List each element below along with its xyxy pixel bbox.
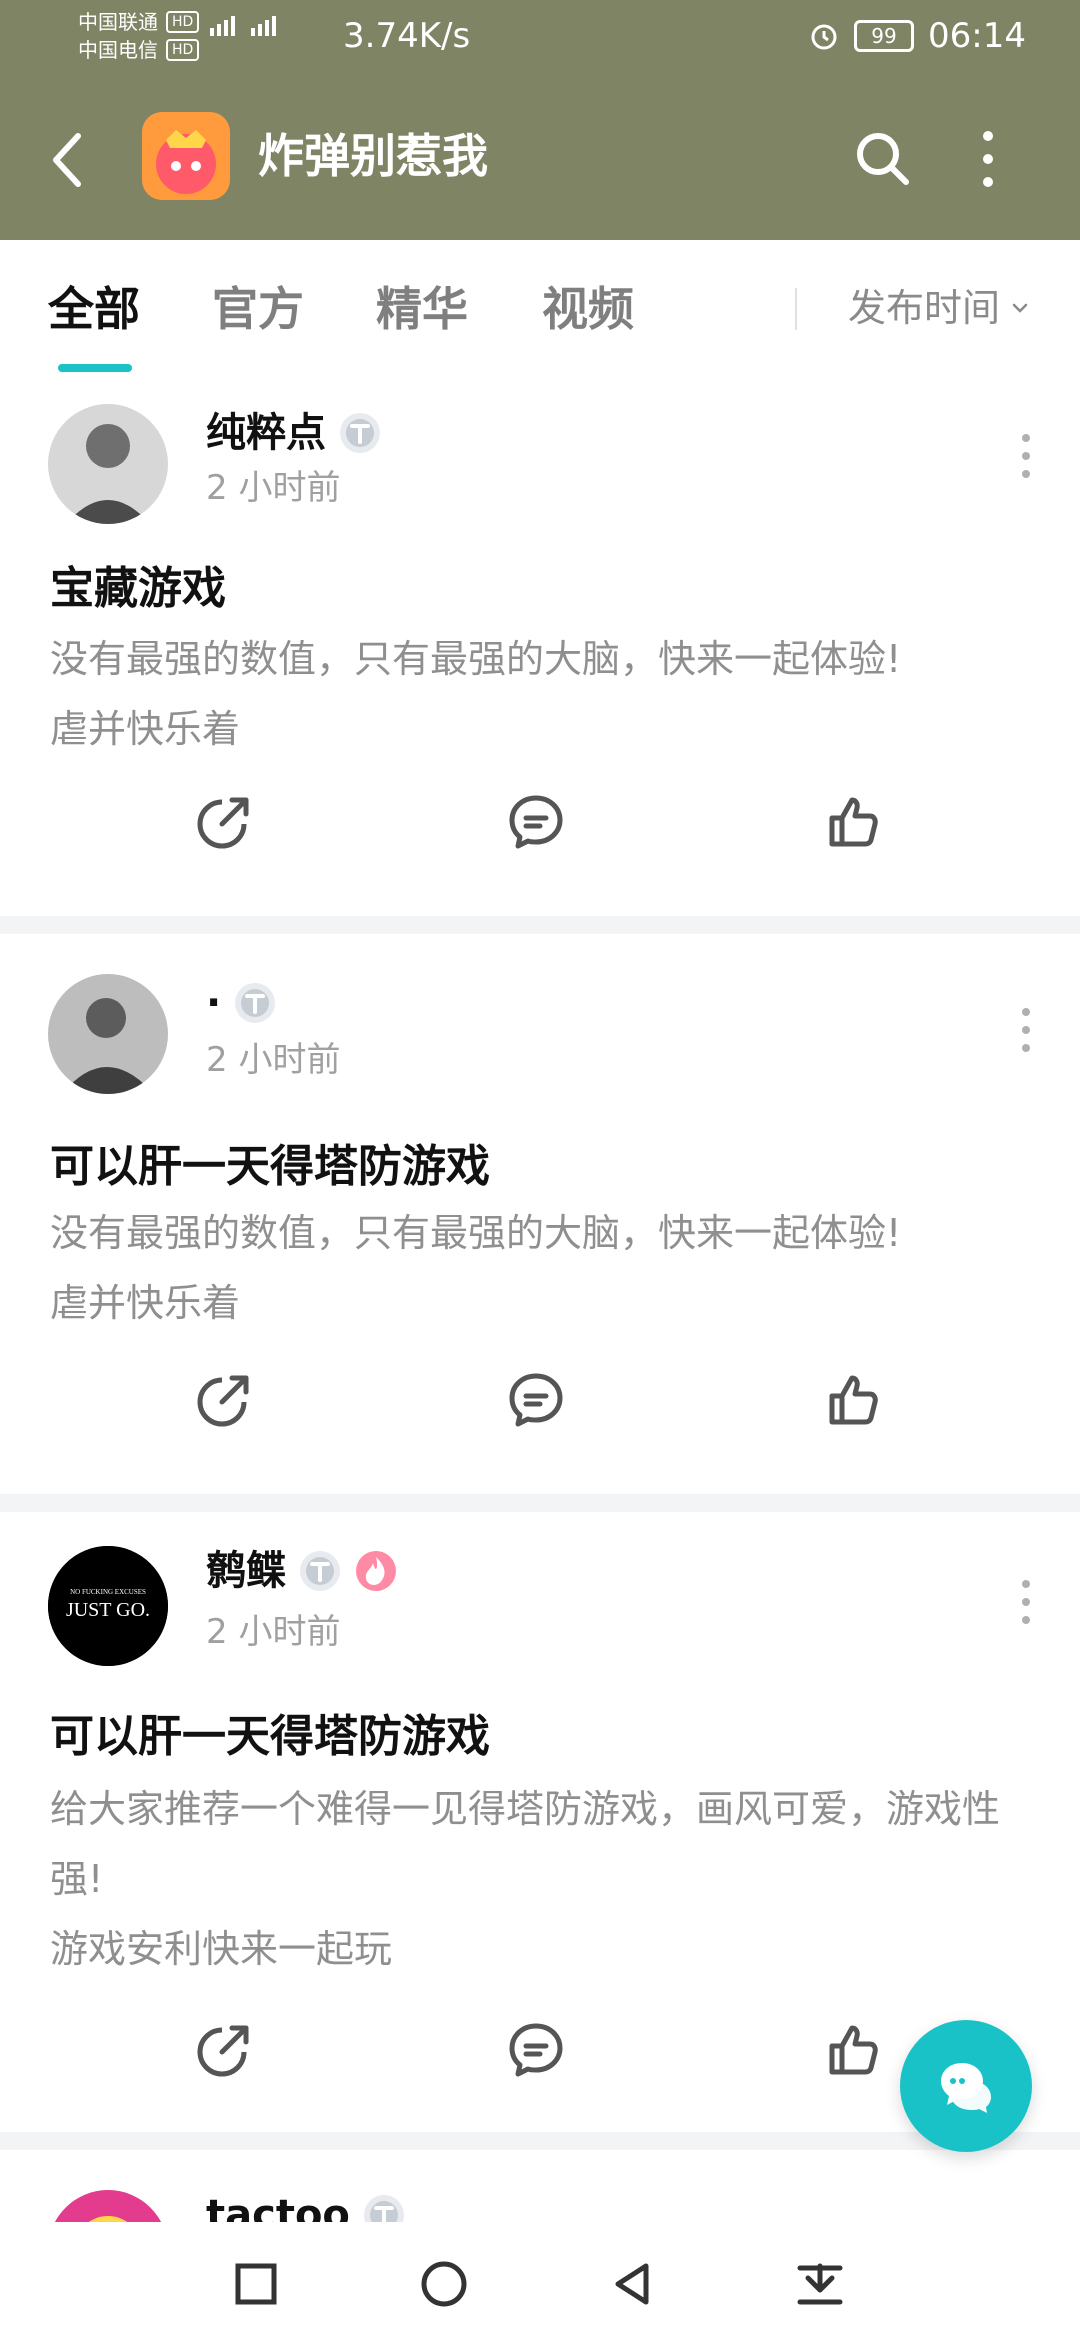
carrier-info: 中国联通 HD 中国电信 HD: [78, 8, 200, 64]
username-row: ·: [206, 978, 277, 1028]
like-icon[interactable]: [820, 2018, 884, 2082]
sort-label: 发布时间: [848, 286, 1001, 330]
like-icon[interactable]: [820, 1368, 884, 1432]
username[interactable]: 鹩鲽: [206, 1546, 286, 1596]
username-row: 鹩鲽: [206, 1546, 398, 1596]
more-vertical-icon[interactable]: [968, 126, 1008, 192]
share-icon[interactable]: [192, 1368, 256, 1432]
chevron-down-icon: [1012, 303, 1028, 313]
share-icon[interactable]: [192, 790, 256, 854]
post-time: 2 小时前: [206, 1040, 341, 1080]
app-logo: [142, 112, 230, 200]
chat-fab-button[interactable]: [900, 2020, 1032, 2152]
level-badge-icon: [300, 1551, 340, 1591]
signal-icon: [210, 16, 276, 36]
post-body[interactable]: 给大家推荐一个难得一见得塔防游戏，画风可爱，游戏性强! 游戏安利快来一起玩: [50, 1774, 1040, 1984]
tab-bar: 全部 官方 精华 视频 发布时间: [0, 240, 1080, 376]
chat-bubble-icon: [941, 2063, 991, 2113]
clock: 06:14: [928, 16, 1026, 56]
post-time: 2 小时前: [206, 1612, 341, 1652]
username[interactable]: 纯粹点: [206, 408, 326, 458]
level-badge-icon: [340, 413, 380, 453]
post-title[interactable]: 宝藏游戏: [50, 560, 226, 618]
status-right: 99 06:14: [808, 16, 1026, 56]
avatar[interactable]: NO FUCKING EXCUSES JUST GO.: [48, 1546, 168, 1666]
post-more-icon[interactable]: [1014, 426, 1038, 486]
system-navigation-bar: [0, 2222, 1080, 2340]
notification-down-icon[interactable]: [792, 2256, 848, 2312]
recent-apps-icon[interactable]: [228, 2256, 284, 2312]
carrier-1: 中国联通: [78, 10, 158, 34]
battery-indicator: 99: [854, 20, 915, 52]
app-header: 炸弹别惹我: [0, 78, 1080, 240]
hd-badge-1: HD: [166, 11, 200, 33]
avatar[interactable]: [48, 404, 168, 524]
post-separator: [0, 916, 1080, 934]
home-icon[interactable]: [416, 2256, 472, 2312]
post-card[interactable]: tactoo: [0, 2150, 1080, 2222]
avatar-big-text: JUST GO.: [66, 1599, 150, 1621]
avatar[interactable]: [48, 974, 168, 1094]
search-icon[interactable]: [852, 128, 914, 190]
status-bar: 中国联通 HD 中国电信 HD 3.74K/s 99 06:14: [0, 0, 1080, 78]
sort-dropdown[interactable]: 发布时间: [848, 284, 1030, 332]
post-time: 2 小时前: [206, 468, 341, 508]
back-arrow-icon[interactable]: [46, 128, 90, 192]
tab-divider: [795, 288, 797, 330]
post-body[interactable]: 没有最强的数值，只有最强的大脑，快来一起体验! 虐并快乐着: [50, 1198, 1040, 1338]
post-card[interactable]: 纯粹点 2 小时前 宝藏游戏 没有最强的数值，只有最强的大脑，快来一起体验! 虐…: [0, 376, 1080, 916]
fire-badge-icon: [356, 1551, 396, 1591]
username-row: 纯粹点: [206, 408, 382, 458]
avatar-small-text: NO FUCKING EXCUSES: [70, 1588, 146, 1596]
page-title: 炸弹别惹我: [258, 129, 488, 183]
post-more-icon[interactable]: [1014, 1000, 1038, 1060]
post-card[interactable]: · 2 小时前 可以肝一天得塔防游戏 没有最强的数值，只有最强的大脑，快来一起体…: [0, 934, 1080, 1494]
carrier-2: 中国电信: [78, 38, 158, 62]
post-body[interactable]: 没有最强的数值，只有最强的大脑，快来一起体验! 虐并快乐着: [50, 624, 1040, 764]
username-row: tactoo: [206, 2190, 406, 2222]
comment-icon[interactable]: [504, 1368, 568, 1432]
comment-icon[interactable]: [504, 790, 568, 854]
tab-all[interactable]: 全部: [48, 280, 140, 338]
like-icon[interactable]: [820, 790, 884, 854]
level-badge-icon: [235, 983, 276, 1023]
post-actions: [0, 1368, 1080, 1448]
comment-icon[interactable]: [504, 2018, 568, 2082]
post-title[interactable]: 可以肝一天得塔防游戏: [50, 1138, 490, 1196]
share-icon[interactable]: [192, 2018, 256, 2082]
post-more-icon[interactable]: [1014, 1572, 1038, 1632]
back-icon[interactable]: [604, 2256, 660, 2312]
alarm-icon: [811, 24, 837, 50]
tab-video[interactable]: 视频: [542, 280, 634, 338]
hd-badge-2: HD: [166, 39, 200, 61]
active-tab-indicator: [58, 364, 132, 372]
post-actions: [0, 790, 1080, 870]
username[interactable]: ·: [206, 978, 221, 1028]
network-speed: 3.74K/s: [343, 16, 471, 56]
tab-featured[interactable]: 精华: [376, 280, 468, 338]
avatar[interactable]: [48, 2190, 168, 2222]
post-title[interactable]: 可以肝一天得塔防游戏: [50, 1708, 490, 1766]
post-separator: [0, 2132, 1080, 2150]
username[interactable]: tactoo: [206, 2190, 350, 2222]
tab-official[interactable]: 官方: [212, 280, 304, 338]
post-separator: [0, 1494, 1080, 1512]
level-badge-icon: [363, 2195, 404, 2222]
